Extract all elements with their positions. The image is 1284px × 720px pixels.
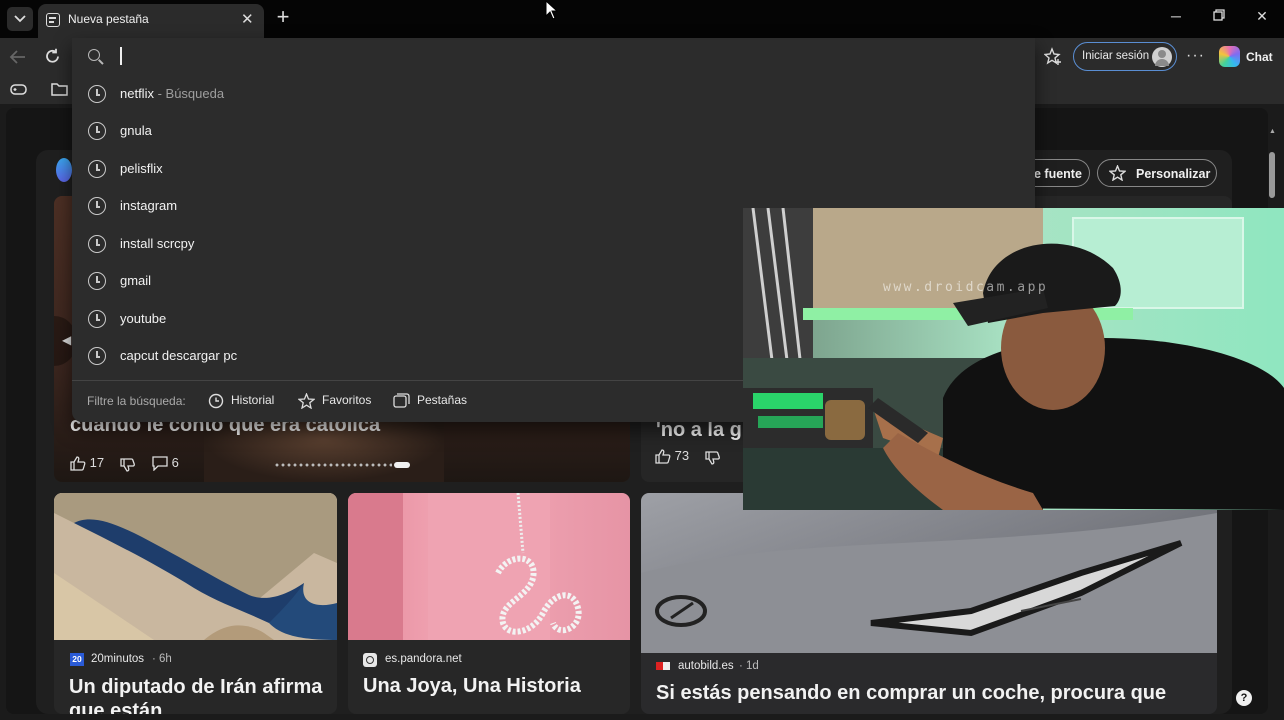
- filter-history-label: Historial: [231, 393, 275, 408]
- source-logo-pandora: [363, 653, 377, 667]
- personalize-label: Personalizar: [1136, 167, 1211, 181]
- cursor-icon: [545, 0, 559, 20]
- comment-count: 6: [171, 455, 179, 470]
- feed-logo-icon: [56, 158, 72, 182]
- copilot-icon: [1219, 46, 1240, 67]
- tab-list-button[interactable]: [7, 7, 33, 31]
- source-button[interactable]: e fuente: [1030, 159, 1090, 187]
- card-meta: · 6h: [152, 653, 172, 665]
- card-image-map: [54, 493, 337, 640]
- history-icon: [88, 160, 106, 178]
- card-headline[interactable]: Una Joya, Una Historia: [363, 675, 581, 698]
- webcam-overlay: www.droidcam.app: [743, 208, 1284, 510]
- history-icon: [88, 347, 106, 365]
- chevron-down-icon: [14, 15, 26, 23]
- tab-title: Nueva pestaña: [68, 12, 149, 26]
- thumbs-down-icon[interactable]: [705, 451, 720, 465]
- webcam-watermark: www.droidcam.app: [883, 280, 1049, 295]
- filter-history-button[interactable]: Historial: [208, 393, 274, 409]
- card-source[interactable]: autobild.es: [678, 660, 734, 672]
- filter-tabs-button[interactable]: Pestañas: [393, 393, 467, 409]
- comment-icon: [152, 456, 168, 472]
- history-icon: [88, 235, 106, 253]
- address-input[interactable]: [124, 44, 1004, 68]
- card-source[interactable]: es.pandora.net: [385, 653, 462, 665]
- suggestion-text: gmail: [120, 273, 152, 288]
- history-icon: [88, 85, 106, 103]
- history-icon: [88, 272, 106, 290]
- suggestion-text: instagram: [120, 198, 178, 213]
- like-count: 17: [89, 455, 105, 470]
- suggestion-text: netflix: [120, 86, 154, 101]
- help-button[interactable]: ?: [1236, 690, 1252, 706]
- like-button[interactable]: 17: [70, 455, 104, 471]
- restore-icon: [1213, 9, 1225, 21]
- refresh-icon[interactable]: [44, 48, 61, 65]
- chat-label: Chat: [1246, 50, 1273, 64]
- suggestion-item[interactable]: gnula: [72, 112, 1035, 149]
- minimize-button[interactable]: ─: [1161, 8, 1191, 30]
- history-icon: [88, 310, 106, 328]
- title-bar: Nueva pestaña ✕ + ─ ✕: [0, 0, 1284, 38]
- star-customize-icon: [1109, 165, 1126, 181]
- suggestion-text: capcut descargar pc: [120, 348, 238, 363]
- card-source[interactable]: 20minutos: [91, 653, 144, 665]
- news-card-2[interactable]: es.pandora.net Una Joya, Una Historia: [348, 493, 630, 714]
- suggestion-item[interactable]: netflix - Búsqueda: [72, 75, 1035, 112]
- card-image-car: [641, 493, 1217, 653]
- new-tab-button[interactable]: +: [272, 6, 294, 29]
- thumbs-down-icon[interactable]: [120, 458, 135, 472]
- carousel-indicator[interactable]: [274, 462, 410, 468]
- news-card-1[interactable]: 20 20minutos · 6h Un diputado de Irán af…: [54, 493, 337, 714]
- copilot-chat-button[interactable]: Chat: [1217, 44, 1281, 70]
- like-count-2: 73: [674, 448, 690, 463]
- folder-icon[interactable]: [51, 81, 69, 97]
- history-icon: [88, 122, 106, 140]
- back-icon[interactable]: [9, 49, 27, 65]
- comments-button[interactable]: 6: [152, 455, 179, 472]
- history-icon: [88, 197, 106, 215]
- sign-in-button[interactable]: Iniciar sesión: [1073, 42, 1177, 71]
- sign-in-label: Iniciar sesión: [1082, 50, 1150, 62]
- card-headline[interactable]: Un diputado de Irán afirma que están: [69, 675, 329, 714]
- source-logo-20minutos: 20: [70, 653, 84, 666]
- suggestion-text: pelisflix: [120, 161, 163, 176]
- filter-label: Filtre la búsqueda:: [87, 394, 186, 408]
- search-icon: [88, 49, 100, 61]
- source-logo-autobild: [656, 662, 670, 670]
- thumbs-up-icon: [70, 456, 86, 471]
- card-headline[interactable]: Si estás pensando en comprar un coche, p…: [656, 682, 1166, 705]
- game-icon[interactable]: [10, 83, 27, 96]
- personalize-button[interactable]: Personalizar: [1097, 159, 1217, 187]
- scrollbar-thumb[interactable]: [1269, 152, 1275, 198]
- news-card-3[interactable]: autobild.es · 1d Si estás pensando en co…: [641, 493, 1217, 714]
- close-window-button[interactable]: ✕: [1247, 8, 1277, 30]
- close-icon[interactable]: ✕: [241, 10, 254, 28]
- hero2-headline[interactable]: 'no a la g: [656, 419, 742, 442]
- new-tab-page-icon: [46, 13, 60, 27]
- thumbs-up-icon: [655, 449, 671, 464]
- suggestion-item[interactable]: pelisflix: [72, 150, 1035, 187]
- filter-favorites-button[interactable]: Favoritos: [298, 393, 371, 409]
- like-button-2[interactable]: 73: [655, 448, 689, 464]
- card-meta: · 1d: [739, 660, 759, 672]
- suggestion-text: install scrcpy: [120, 236, 195, 251]
- suggestion-text: gnula: [120, 123, 152, 138]
- suggestion-subtext: - Búsqueda: [153, 86, 225, 101]
- history-icon: [208, 393, 224, 409]
- star-icon: [298, 393, 315, 409]
- webcam-feed-image: [743, 208, 1284, 510]
- card-image-jewel: [348, 493, 630, 640]
- suggestion-text: youtube: [120, 311, 167, 326]
- avatar: [1152, 47, 1172, 67]
- source-button-label: e fuente: [1034, 167, 1082, 181]
- filter-favorites-label: Favoritos: [322, 393, 372, 408]
- restore-button[interactable]: [1204, 8, 1234, 30]
- favorites-star-icon[interactable]: [1044, 47, 1063, 66]
- address-input-caret: [120, 47, 122, 65]
- tabs-icon: [393, 393, 410, 408]
- tab-new-tab[interactable]: Nueva pestaña ✕: [38, 4, 264, 38]
- more-options-icon[interactable]: ···: [1186, 47, 1205, 65]
- filter-tabs-label: Pestañas: [417, 393, 468, 408]
